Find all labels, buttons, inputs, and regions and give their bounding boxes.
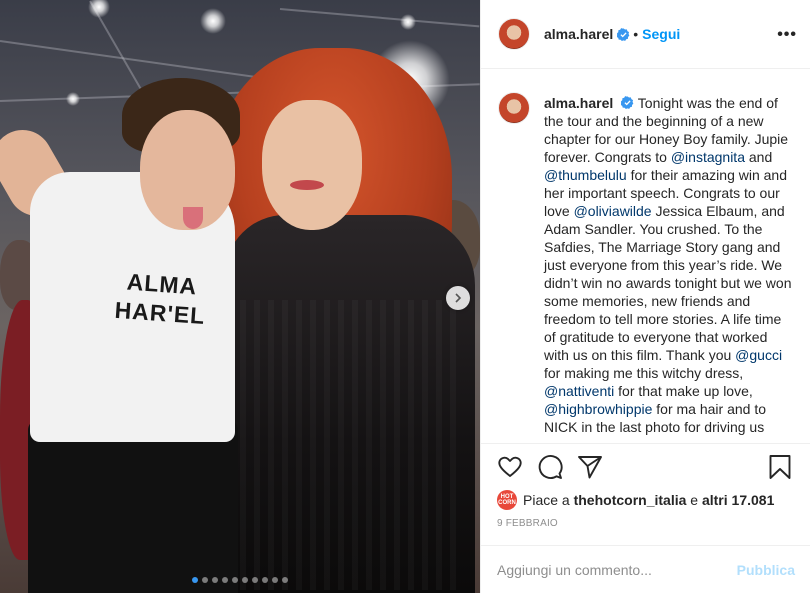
roof-beam [279, 8, 480, 28]
carousel-dot [262, 577, 268, 583]
comments-area: alma.harel Tonight was the end of the to… [481, 70, 810, 442]
comment-input[interactable] [497, 561, 737, 578]
liker-username[interactable]: thehotcorn_italia [574, 492, 687, 508]
liker-avatar-text: HOT CORN [498, 494, 516, 506]
likes-count[interactable]: altri 17.081 [702, 492, 774, 508]
liker-avatar[interactable]: HOT CORN [497, 490, 517, 510]
add-comment-bar: Pubblica [481, 545, 810, 593]
more-options-icon[interactable]: ••• [777, 26, 797, 44]
verified-badge-icon [617, 27, 630, 41]
mention-link[interactable]: @highbrowhippie [544, 401, 652, 417]
post-header: alma.harel • Segui ••• [481, 0, 810, 69]
follow-button[interactable]: Segui [642, 26, 680, 42]
username-link[interactable]: alma.harel [544, 26, 613, 42]
likes-text: Piace a thehotcorn_italia e altri 17.081 [523, 492, 774, 508]
separator-dot: • [633, 26, 639, 42]
avatar[interactable] [498, 92, 530, 124]
carousel-dot [222, 577, 228, 583]
verified-badge-icon [621, 96, 634, 109]
avatar[interactable] [498, 18, 530, 50]
mention-link[interactable]: @nattiventi [544, 383, 614, 399]
caption-text: and [745, 149, 773, 165]
caption-text: Jessica Elbaum, and Adam Sandler. You cr… [544, 203, 792, 363]
comment-icon[interactable] [537, 454, 563, 480]
carousel-dot [282, 577, 288, 583]
caption-text: for that make up love, [614, 383, 753, 399]
caption-text: for making me this witchy dress, [544, 365, 744, 381]
post-photo[interactable]: ALMA HAR'EL [0, 0, 480, 593]
stage-light [88, 0, 110, 18]
chevron-right-icon [455, 293, 462, 303]
post-caption: alma.harel Tonight was the end of the to… [544, 94, 795, 442]
post-date[interactable]: 9 FEBBRAIO [497, 518, 795, 529]
stage-light [400, 14, 416, 30]
publish-button[interactable]: Pubblica [737, 562, 795, 578]
likes-row: HOT CORN Piace a thehotcorn_italia e alt… [497, 489, 795, 511]
lips [290, 180, 324, 190]
post-sidebar: alma.harel • Segui ••• alma.harel Tonigh… [480, 0, 810, 593]
carousel-next-button[interactable] [446, 286, 470, 310]
dress-pleats [240, 300, 460, 590]
face [262, 100, 362, 230]
carousel-dot [242, 577, 248, 583]
post-actions: HOT CORN Piace a thehotcorn_italia e alt… [481, 443, 810, 529]
caption-username[interactable]: alma.harel [544, 95, 613, 111]
likes-middle: e [686, 492, 702, 508]
carousel-indicator [0, 577, 480, 583]
share-icon[interactable] [577, 454, 603, 480]
mention-link[interactable]: @gucci [735, 347, 782, 363]
mention-link[interactable]: @oliviawilde [574, 203, 652, 219]
mention-link[interactable]: @thumbelulu [544, 167, 627, 183]
carousel-dot [212, 577, 218, 583]
black-pants [28, 420, 238, 593]
carousel-dot [252, 577, 258, 583]
carousel-dot [272, 577, 278, 583]
bookmark-icon[interactable] [767, 454, 793, 480]
carousel-dot [202, 577, 208, 583]
mention-link[interactable]: @instagnita [671, 149, 745, 165]
tongue [183, 207, 203, 229]
shirt-print: ALMA HAR'EL [104, 266, 218, 332]
likes-prefix: Piace a [523, 492, 574, 508]
carousel-dot [232, 577, 238, 583]
carousel-dot [192, 577, 198, 583]
heart-icon[interactable] [497, 454, 523, 480]
stage-light [200, 8, 226, 34]
stage-light [66, 92, 80, 106]
